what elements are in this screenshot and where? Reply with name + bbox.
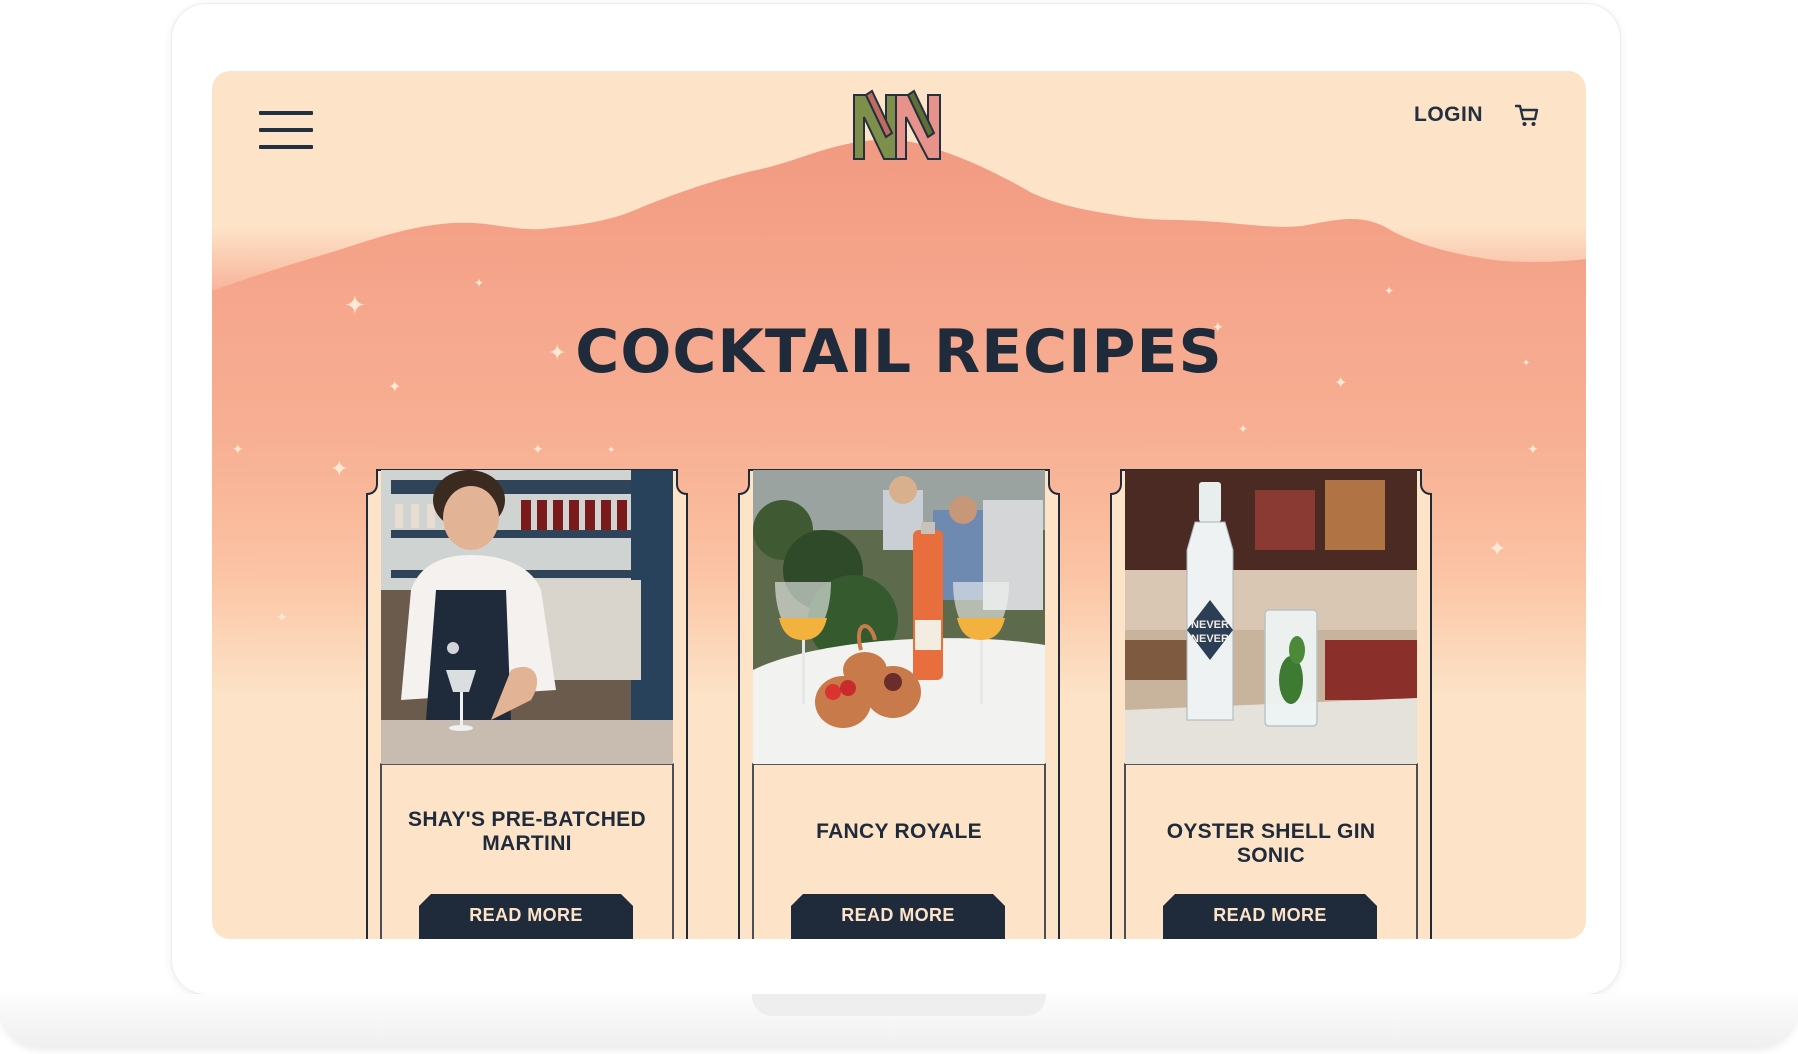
website-screen: ✦ ✦ ✦ ✦ ✦ ✦ ✦ ✦ ✦ ✦ ✦ ✦ ✦ ✦ ✦ ✦ LOGIN CO… bbox=[212, 71, 1586, 939]
sparkle-icon: ✦ bbox=[344, 291, 366, 321]
recipe-card[interactable]: SHAY'S PRE-BATCHED MARTINI READ MORE bbox=[366, 468, 688, 939]
login-link[interactable]: LOGIN bbox=[1414, 103, 1483, 127]
laptop-notch bbox=[752, 994, 1046, 1016]
card-title[interactable]: SHAY'S PRE-BATCHED MARTINI bbox=[386, 808, 668, 856]
shopping-cart-icon[interactable] bbox=[1513, 101, 1541, 129]
sparkle-icon: ✦ bbox=[1384, 284, 1395, 298]
recipe-photo-gin-sonic: NEVER NEVER bbox=[1125, 470, 1417, 764]
read-more-button[interactable]: READ MORE bbox=[1163, 894, 1377, 939]
recipe-photo-royale bbox=[753, 470, 1045, 764]
bottle-label-text: NEVER bbox=[1191, 619, 1229, 631]
brand-logo[interactable] bbox=[852, 89, 944, 161]
sparkle-icon: ✦ bbox=[330, 457, 349, 482]
recipe-photo-bartender bbox=[381, 470, 673, 764]
sparkle-icon: ✦ bbox=[532, 442, 544, 458]
sparkle-icon: ✦ bbox=[1238, 422, 1249, 436]
sparkle-icon: ✦ bbox=[232, 442, 244, 458]
sparkle-icon: ✦ bbox=[1488, 537, 1507, 562]
card-title[interactable]: FANCY ROYALE bbox=[758, 820, 1040, 844]
card-title[interactable]: OYSTER SHELL GIN SONIC bbox=[1130, 820, 1412, 868]
hamburger-menu-icon[interactable] bbox=[259, 111, 313, 151]
recipe-card[interactable]: FANCY ROYALE READ MORE bbox=[738, 468, 1060, 939]
read-more-button[interactable]: READ MORE bbox=[791, 894, 1005, 939]
read-more-button[interactable]: READ MORE bbox=[419, 894, 633, 939]
page-title: COCKTAIL RECIPES bbox=[575, 317, 1223, 387]
sparkle-icon: ✦ bbox=[474, 276, 485, 290]
recipe-card[interactable]: NEVER NEVER OYSTER SHELL GIN SONIC READ … bbox=[1110, 468, 1432, 939]
sparkle-icon: ✦ bbox=[1527, 442, 1539, 458]
sparkle-icon: ✦ bbox=[607, 445, 616, 456]
bottle-label-text: NEVER bbox=[1191, 633, 1229, 645]
sparkle-icon: ✦ bbox=[276, 610, 288, 626]
